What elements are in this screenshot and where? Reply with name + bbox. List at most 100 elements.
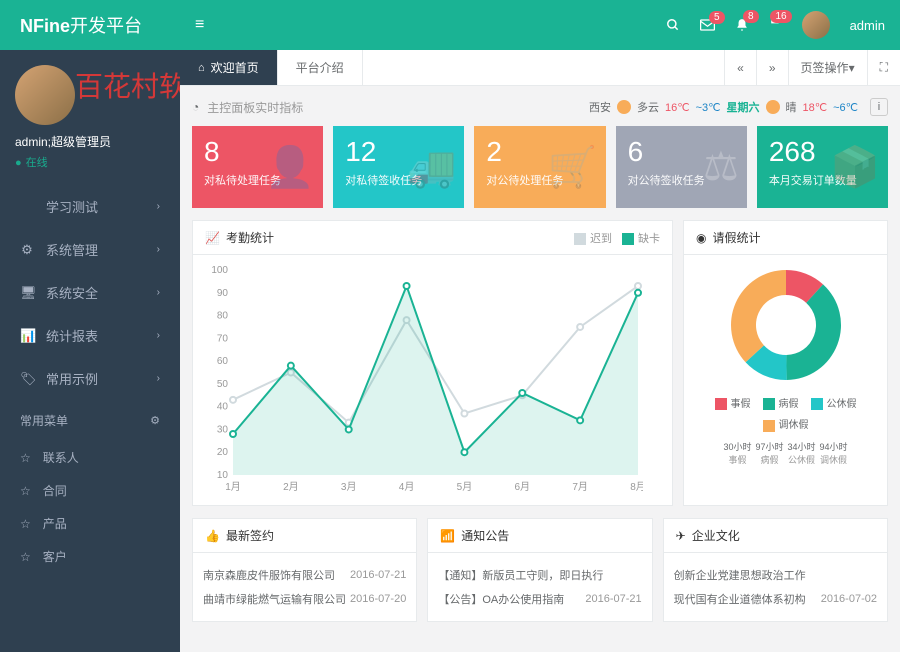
donut-chart bbox=[726, 265, 846, 385]
thumbs-icon: 👍 bbox=[205, 529, 220, 543]
nav-sub-header: 常用菜单⚙ bbox=[0, 400, 180, 441]
cloud-icon bbox=[617, 100, 631, 114]
stat-card-public-pending[interactable]: 2对公待处理任务🛒 bbox=[474, 126, 605, 208]
profile-block: 百花村软件园 admin;超级管理员 在线 bbox=[0, 50, 180, 185]
plane-icon: ✈ bbox=[676, 529, 686, 543]
panel-title: 请假统计 bbox=[712, 229, 760, 246]
sub-contracts[interactable]: ☆合同 bbox=[0, 474, 180, 507]
culture-panel: ✈ 企业文化 创新企业党建思想政治工作现代国有企业道德体系初构2016-07-02 bbox=[663, 518, 888, 622]
breadcrumb: ◔ 主控面板实时指标 西安 多云 16℃~3℃ 星期六 晴 18℃~6℃ i bbox=[192, 98, 888, 116]
star-icon: ☆ bbox=[20, 550, 31, 564]
dashboard-icon: ◔ bbox=[192, 100, 199, 114]
svg-text:70: 70 bbox=[217, 333, 229, 344]
info-button[interactable]: i bbox=[870, 98, 888, 116]
list-item[interactable]: 南京森鹿皮件服饰有限公司2016-07-21 bbox=[203, 563, 406, 587]
panel-title: 企业文化 bbox=[692, 527, 740, 544]
svg-text:90: 90 bbox=[217, 288, 229, 299]
box-icon: 📦 bbox=[830, 144, 880, 191]
tab-intro[interactable]: 平台介绍 bbox=[278, 50, 363, 85]
pie-icon: ◉ bbox=[696, 231, 706, 245]
monitor-icon: 🖥 bbox=[20, 285, 34, 301]
stat-card-private-pending[interactable]: 8对私待处理任务👤 bbox=[192, 126, 323, 208]
nav-examples[interactable]: 🏷常用示例› bbox=[0, 357, 180, 400]
avatar bbox=[15, 65, 75, 125]
star-icon: ☆ bbox=[20, 451, 31, 465]
svg-text:8月: 8月 bbox=[630, 481, 643, 493]
mail-icon[interactable]: 5 bbox=[700, 19, 715, 31]
line-chart: 1020304050607080901001月2月3月4月5月6月7月8月 bbox=[203, 265, 662, 495]
svg-text:6月: 6月 bbox=[515, 481, 531, 493]
flag-icon[interactable]: 16 bbox=[769, 18, 782, 32]
tab-next-button[interactable]: » bbox=[756, 50, 788, 85]
notice-panel: 📶 通知公告 【通知】新版员工守则，即日执行【公告】OA办公使用指南2016-07… bbox=[427, 518, 652, 622]
sub-customers[interactable]: ☆客户 bbox=[0, 540, 180, 573]
sidebar: 百花村软件园 admin;超级管理员 在线 学习测试› ⚙系统管理› 🖥系统安全… bbox=[0, 50, 180, 652]
user-name[interactable]: admin bbox=[850, 18, 885, 33]
donut-legend: 事假病假公休假调休假 bbox=[694, 395, 877, 432]
signing-panel: 👍 最新签约 南京森鹿皮件服饰有限公司2016-07-21曲靖市绿能燃气运输有限公… bbox=[192, 518, 417, 622]
avatar[interactable] bbox=[802, 11, 830, 39]
panel-title: 通知公告 bbox=[461, 527, 509, 544]
star-icon: ☆ bbox=[20, 517, 31, 531]
profile-name: admin;超级管理员 bbox=[15, 133, 165, 150]
status-badge: 在线 bbox=[15, 154, 165, 170]
gavel-icon: ⚖ bbox=[703, 144, 739, 190]
person-icon: 👤 bbox=[265, 144, 315, 191]
nav-reports[interactable]: 📊统计报表› bbox=[0, 314, 180, 357]
cart-icon: 🛒 bbox=[548, 144, 598, 191]
nav-system[interactable]: ⚙系统管理› bbox=[0, 228, 180, 271]
svg-text:60: 60 bbox=[217, 356, 229, 367]
sun-icon bbox=[766, 100, 780, 114]
rss-icon: 📶 bbox=[440, 529, 455, 543]
nav-study[interactable]: 学习测试› bbox=[0, 185, 180, 228]
tab-ops-button[interactable]: 页签操作 ▾ bbox=[788, 50, 867, 85]
stat-card-orders[interactable]: 268本月交易订单数量📦 bbox=[757, 126, 888, 208]
logo: NFine开发平台 bbox=[0, 12, 180, 38]
svg-text:80: 80 bbox=[217, 311, 229, 322]
leave-panel: ◉ 请假统计 事假病假公休假调休假 30小时事假97小时病假34小时公休假94小时… bbox=[683, 220, 888, 506]
menu-toggle-icon[interactable]: ≡ bbox=[180, 16, 219, 34]
home-icon: ⌂ bbox=[198, 62, 205, 74]
list-item[interactable]: 现代国有企业道德体系初构2016-07-02 bbox=[674, 587, 877, 611]
star-icon: ☆ bbox=[20, 484, 31, 498]
legend: 迟到 缺卡 bbox=[574, 230, 660, 246]
stat-card-public-sign[interactable]: 6对公待签收任务⚖ bbox=[616, 126, 747, 208]
weather-widget: 西安 多云 16℃~3℃ 星期六 晴 18℃~6℃ i bbox=[589, 98, 888, 116]
list-item[interactable]: 【公告】OA办公使用指南2016-07-21 bbox=[438, 587, 641, 611]
search-icon[interactable] bbox=[666, 18, 680, 32]
gears-icon: ⚙ bbox=[20, 242, 34, 258]
tag-icon: 🏷 bbox=[20, 371, 34, 387]
svg-text:40: 40 bbox=[217, 402, 229, 413]
svg-text:5月: 5月 bbox=[457, 481, 473, 493]
sub-contacts[interactable]: ☆联系人 bbox=[0, 441, 180, 474]
list-item[interactable]: 创新企业党建思想政治工作 bbox=[674, 563, 877, 587]
stat-card-private-sign[interactable]: 12对私待签收任务🚚 bbox=[333, 126, 464, 208]
top-header: NFine开发平台 ≡ 5 8 16 admin bbox=[0, 0, 900, 50]
gear-icon[interactable]: ⚙ bbox=[150, 414, 160, 427]
svg-text:10: 10 bbox=[217, 470, 229, 481]
watermark-text: 百花村软件园 bbox=[75, 65, 180, 105]
chart-icon: 📊 bbox=[20, 328, 34, 344]
chart-icon: 📈 bbox=[205, 231, 220, 245]
tab-prev-button[interactable]: « bbox=[724, 50, 756, 85]
list-item[interactable]: 【通知】新版员工守则，即日执行 bbox=[438, 563, 641, 587]
nav-security[interactable]: 🖥系统安全› bbox=[0, 271, 180, 314]
list-item[interactable]: 曲靖市绿能燃气运输有限公司2016-07-20 bbox=[203, 587, 406, 611]
sub-products[interactable]: ☆产品 bbox=[0, 507, 180, 540]
svg-text:1月: 1月 bbox=[225, 481, 241, 493]
truck-icon: 🚚 bbox=[407, 144, 457, 191]
tab-home[interactable]: ⌂欢迎首页 bbox=[180, 50, 278, 85]
svg-text:7月: 7月 bbox=[572, 481, 588, 493]
svg-text:50: 50 bbox=[217, 379, 229, 390]
donut-stats: 30小时事假97小时病假34小时公休假94小时调休假 bbox=[723, 440, 847, 466]
stat-cards: 8对私待处理任务👤 12对私待签收任务🚚 2对公待处理任务🛒 6对公待签收任务⚖… bbox=[192, 126, 888, 208]
svg-text:100: 100 bbox=[211, 265, 228, 276]
attendance-panel: 📈考勤统计 迟到 缺卡 1020304050607080901001月2月3月4… bbox=[192, 220, 673, 506]
bell-icon[interactable]: 8 bbox=[735, 18, 749, 33]
svg-text:4月: 4月 bbox=[399, 481, 415, 493]
fullscreen-button[interactable]: ⛶ bbox=[867, 50, 900, 85]
svg-text:20: 20 bbox=[217, 447, 229, 458]
svg-text:2月: 2月 bbox=[283, 481, 299, 493]
panel-title: 最新签约 bbox=[226, 527, 274, 544]
tab-bar: ⌂欢迎首页 平台介绍 « » 页签操作 ▾ ⛶ bbox=[180, 50, 900, 86]
